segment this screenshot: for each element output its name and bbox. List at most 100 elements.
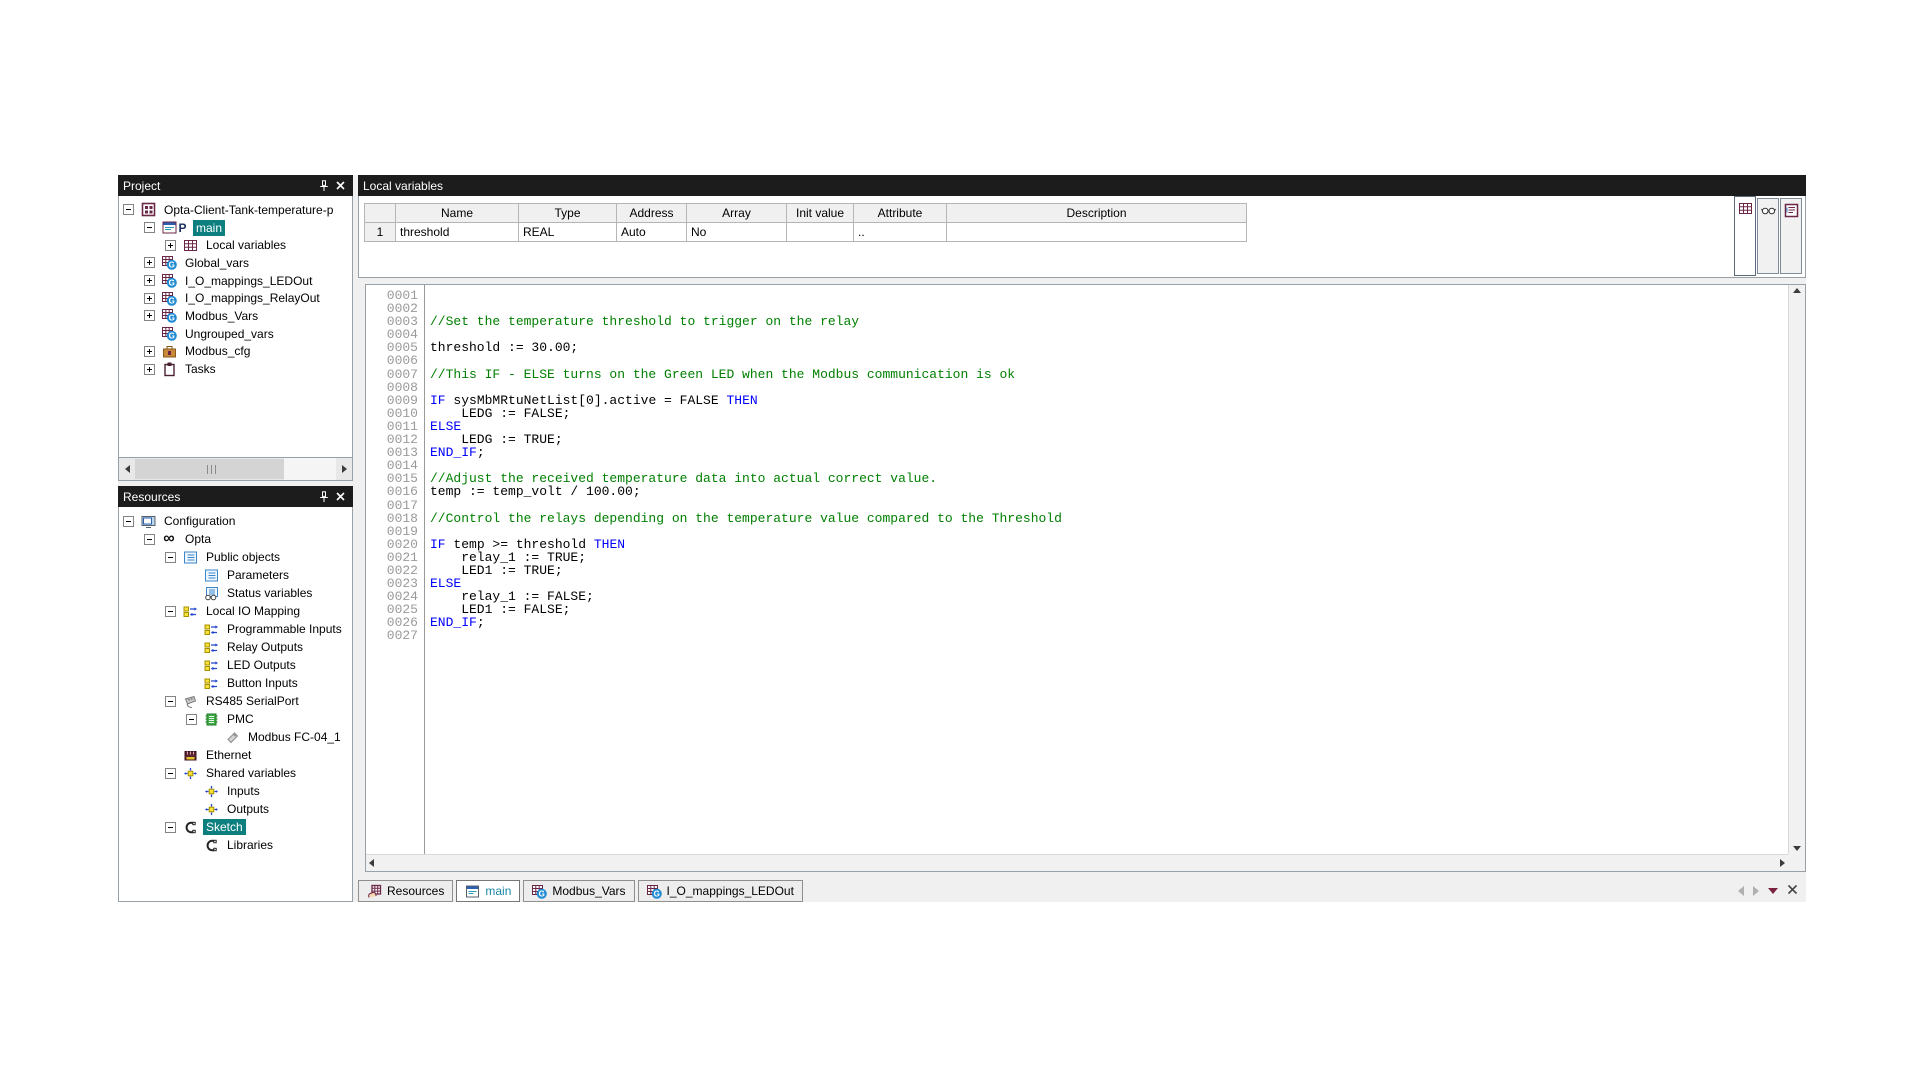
code-line: END_IF; <box>430 446 1788 459</box>
close-icon[interactable] <box>332 178 348 194</box>
project-item-local-variables[interactable]: Local variables <box>119 236 352 254</box>
restab-icon <box>367 884 382 899</box>
code-line: relay_1 := TRUE; <box>430 551 1788 564</box>
resources-item-sketch[interactable]: Sketch <box>119 818 352 836</box>
next-tab-icon[interactable] <box>1753 886 1759 896</box>
tab-modbus-vars[interactable]: GModbus_Vars <box>523 880 634 902</box>
tree-item-label: RS485 SerialPort <box>203 693 302 709</box>
collapse-icon[interactable] <box>123 204 134 215</box>
serial-icon <box>182 694 198 709</box>
resources-item-public-objects[interactable]: Public objects <box>119 548 352 566</box>
expand-icon[interactable] <box>144 310 155 321</box>
collapse-icon[interactable] <box>144 534 155 545</box>
resources-item-outputs[interactable]: Outputs <box>119 800 352 818</box>
expand-icon[interactable] <box>165 240 176 251</box>
grid-icon <box>1738 201 1753 275</box>
scroll-down-icon[interactable] <box>1793 846 1801 851</box>
cell-type[interactable]: REAL <box>519 223 617 242</box>
collapse-icon[interactable] <box>165 822 176 833</box>
cell-array[interactable]: No <box>687 223 787 242</box>
project-item-i-o-mappings-relayout[interactable]: GI_O_mappings_RelayOut <box>119 289 352 307</box>
resources-item-shared-variables[interactable]: Shared variables <box>119 764 352 782</box>
project-item-tasks[interactable]: Tasks <box>119 360 352 378</box>
editor-horizontal-scrollbar[interactable] <box>366 854 1788 871</box>
cell-name[interactable]: threshold <box>396 223 519 242</box>
resources-item-libraries[interactable]: Libraries <box>119 836 352 854</box>
scrollbar-track[interactable] <box>284 458 336 480</box>
watch-view-button[interactable] <box>1757 198 1779 274</box>
line-number: 0009 <box>366 394 424 407</box>
collapse-icon[interactable] <box>165 606 176 617</box>
expand-icon[interactable] <box>144 364 155 375</box>
collapse-icon[interactable] <box>165 768 176 779</box>
collapse-icon[interactable] <box>123 516 134 527</box>
project-item-modbus-cfg[interactable]: Modbus_cfg <box>119 343 352 361</box>
scroll-right-icon[interactable] <box>336 458 352 480</box>
resources-item-parameters[interactable]: Parameters <box>119 566 352 584</box>
project-item-global-vars[interactable]: GGlobal_vars <box>119 254 352 272</box>
scroll-up-icon[interactable] <box>1793 288 1801 293</box>
project-horizontal-scrollbar[interactable] <box>118 458 353 481</box>
collapse-icon[interactable] <box>165 552 176 563</box>
resources-item-pmc[interactable]: PMC <box>119 710 352 728</box>
scrollbar-thumb[interactable] <box>135 459 287 479</box>
resources-item-status-variables[interactable]: Status variables <box>119 584 352 602</box>
status-icon <box>203 586 219 601</box>
maintab-icon <box>465 884 480 899</box>
pin-icon[interactable] <box>316 178 332 194</box>
gridg-icon: G <box>532 884 547 899</box>
project-item-ungrouped-vars[interactable]: GUngrouped_vars <box>119 325 352 343</box>
scroll-right-icon[interactable] <box>1780 859 1785 867</box>
resources-item-inputs[interactable]: Inputs <box>119 782 352 800</box>
resources-item-opta[interactable]: ∞Opta <box>119 530 352 548</box>
resources-item-programmable-inputs[interactable]: Programmable Inputs <box>119 620 352 638</box>
resources-item-led-outputs[interactable]: LED Outputs <box>119 656 352 674</box>
code-area[interactable]: //Set the temperature threshold to trigg… <box>425 285 1788 854</box>
svg-text:G: G <box>168 314 174 323</box>
collapse-icon[interactable] <box>186 714 197 725</box>
resources-item-ethernet[interactable]: Ethernet <box>119 746 352 764</box>
collapse-icon[interactable] <box>165 696 176 707</box>
expand-icon[interactable] <box>144 346 155 357</box>
tab-main[interactable]: main <box>456 880 520 902</box>
collapse-icon[interactable] <box>144 222 155 233</box>
expand-icon[interactable] <box>144 257 155 268</box>
tab-resources[interactable]: Resources <box>358 880 453 902</box>
tab-list-dropdown-icon[interactable] <box>1768 888 1778 894</box>
cell-init-value[interactable] <box>787 223 854 242</box>
resources-panel-title: Resources <box>123 490 316 504</box>
tab-i-o-mappings-ledout[interactable]: GI_O_mappings_LEDOut <box>638 880 803 902</box>
resources-item-configuration[interactable]: Configuration <box>119 512 352 530</box>
resources-item-local-io-mapping[interactable]: Local IO Mapping <box>119 602 352 620</box>
grid-view-button[interactable] <box>1734 196 1756 276</box>
local-variables-table: NameTypeAddressArrayInit valueAttributeD… <box>364 203 1247 242</box>
close-icon[interactable] <box>332 489 348 505</box>
resources-item-button-inputs[interactable]: Button Inputs <box>119 674 352 692</box>
expand-icon[interactable] <box>144 293 155 304</box>
prev-tab-icon[interactable] <box>1738 886 1744 896</box>
row-number[interactable]: 1 <box>365 223 396 242</box>
resources-item-modbus-fc-04-1[interactable]: Modbus FC-04_1 <box>119 728 352 746</box>
editor-vertical-scrollbar[interactable] <box>1788 285 1805 854</box>
pin-icon[interactable] <box>316 489 332 505</box>
scroll-left-icon[interactable] <box>119 458 135 480</box>
list-icon <box>182 550 198 565</box>
cell-description[interactable] <box>947 223 1247 242</box>
close-document-icon[interactable] <box>1787 882 1798 900</box>
project-item-i-o-mappings-ledout[interactable]: GI_O_mappings_LEDOut <box>119 272 352 290</box>
resources-item-relay-outputs[interactable]: Relay Outputs <box>119 638 352 656</box>
tag-icon <box>224 730 240 745</box>
project-item-main[interactable]: Pmain <box>119 219 352 237</box>
project-item-opta-client-tank-temperature-p[interactable]: Opta-Client-Tank-temperature-p <box>119 201 352 219</box>
scroll-left-icon[interactable] <box>369 859 374 867</box>
cell-address[interactable]: Auto <box>617 223 687 242</box>
tree-item-label: I_O_mappings_LEDOut <box>182 273 315 289</box>
cell-attribute[interactable]: .. <box>854 223 947 242</box>
resources-item-rs485-serialport[interactable]: RS485 SerialPort <box>119 692 352 710</box>
expand-icon[interactable] <box>144 275 155 286</box>
tree-item-label: main <box>193 220 225 236</box>
tree-item-label: Opta <box>182 531 214 547</box>
definitions-view-button[interactable] <box>1780 198 1802 274</box>
expander-slot <box>144 293 161 304</box>
project-item-modbus-vars[interactable]: GModbus_Vars <box>119 307 352 325</box>
